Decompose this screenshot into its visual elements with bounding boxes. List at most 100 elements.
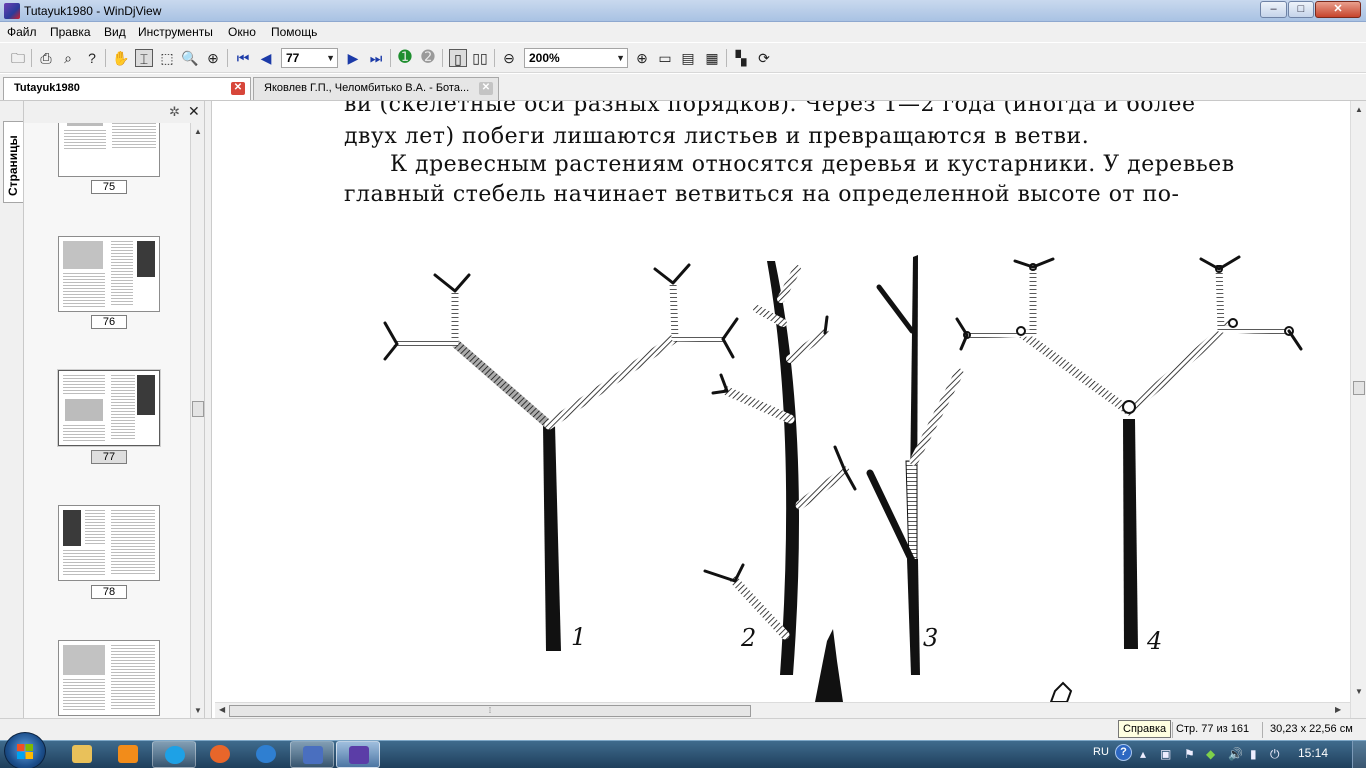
scroll-down-icon[interactable]: ▼ xyxy=(194,706,202,715)
thumbnail-text-block xyxy=(111,510,155,576)
help-tooltip: Справка xyxy=(1118,720,1172,738)
start-button[interactable] xyxy=(4,732,46,768)
power-icon[interactable]: ⏻ xyxy=(1270,747,1280,762)
scroll-up-icon[interactable]: ▲ xyxy=(194,127,202,136)
menu-view[interactable]: Вид xyxy=(104,25,126,39)
zoom-out-icon[interactable]: ⊖ xyxy=(500,49,518,67)
fit-page-icon[interactable]: ▭ xyxy=(656,49,674,67)
page-number-combo[interactable]: 77 ▼ xyxy=(281,48,338,68)
fit-width-icon[interactable]: ▤ xyxy=(679,49,697,67)
close-panel-icon[interactable]: ✕ xyxy=(188,103,200,120)
status-page-info: Стр. 77 из 161 xyxy=(1176,723,1250,735)
find-icon[interactable]: ⌕ xyxy=(59,49,77,67)
menu-help[interactable]: Помощь xyxy=(271,25,317,39)
page-thumbnail-77[interactable] xyxy=(58,370,160,446)
figure-label-1: 1 xyxy=(571,623,586,651)
facing-pages-layout-icon[interactable]: ▯▯ xyxy=(471,49,489,67)
toolbar-separator xyxy=(390,49,391,67)
firefox-icon xyxy=(210,745,230,763)
show-desktop-button[interactable] xyxy=(1352,741,1366,768)
tab-yakovlev-botany[interactable]: Яковлев Г.П., Челомбитько В.А. - Бота...… xyxy=(253,77,499,100)
menu-edit[interactable]: Правка xyxy=(50,25,91,39)
clock[interactable]: 15:14 xyxy=(1298,746,1328,760)
page-thumbnail-76[interactable] xyxy=(58,236,160,312)
print-icon[interactable]: ⎙ xyxy=(37,49,55,67)
internet-explorer-icon xyxy=(256,745,276,763)
close-icon[interactable]: ✕ xyxy=(231,82,245,95)
volume-icon[interactable]: 🔊 xyxy=(1228,747,1243,761)
chevron-down-icon[interactable]: ▼ xyxy=(616,49,625,67)
actual-size-icon[interactable]: ▦ xyxy=(703,49,721,67)
minimize-button[interactable]: – xyxy=(1260,1,1287,18)
status-page-size: 30,23 x 22,56 см xyxy=(1270,723,1353,735)
rect-select-icon[interactable]: ⬚ xyxy=(158,49,176,67)
scrollbar-thumb[interactable]: ⁞ xyxy=(229,705,751,717)
document-horizontal-scrollbar[interactable]: ◀ ⁞ ▶ xyxy=(215,702,1350,718)
tab-label: Tutayuk1980 xyxy=(14,82,80,94)
chevron-down-icon[interactable]: ▼ xyxy=(326,49,335,67)
next-page-icon[interactable]: ▶ xyxy=(344,49,362,67)
help-icon[interactable]: ? xyxy=(83,49,101,67)
taskbar-media-player[interactable] xyxy=(106,741,150,768)
go-back-icon[interactable]: ➊ xyxy=(396,49,414,67)
menu-bar: Файл Правка Вид Инструменты Окно Помощь xyxy=(0,22,1366,42)
scroll-left-icon[interactable]: ◀ xyxy=(219,705,225,714)
gear-icon[interactable]: ✲ xyxy=(169,104,180,120)
scrollbar-thumb[interactable] xyxy=(192,401,204,417)
chevron-up-icon[interactable]: ▴ xyxy=(1140,747,1146,761)
maximize-button[interactable]: □ xyxy=(1288,1,1314,18)
rotate-icon[interactable]: ⟳ xyxy=(755,49,773,67)
tray-app-icon[interactable]: ▣ xyxy=(1160,747,1171,761)
zoom-rect-icon[interactable]: ⊕ xyxy=(204,49,222,67)
page-thumbnail-78[interactable] xyxy=(58,505,160,581)
panel-splitter[interactable] xyxy=(204,101,212,718)
partial-plant-drawing xyxy=(1049,681,1073,702)
go-forward-icon[interactable]: ➋ xyxy=(419,49,437,67)
thumbnail-text-block xyxy=(63,273,105,307)
scroll-up-icon[interactable]: ▲ xyxy=(1355,105,1363,114)
hand-tool-icon[interactable]: ✋ xyxy=(112,49,130,67)
select-tool-icon[interactable]: ⌶ xyxy=(135,49,153,67)
page-thumbnail-79[interactable] xyxy=(58,640,160,716)
display-mode-icon[interactable]: ▚ xyxy=(732,49,750,67)
menu-window[interactable]: Окно xyxy=(228,25,256,39)
document-view[interactable]: ви (скелетные оси разных порядков). Чере… xyxy=(215,101,1350,702)
document-vertical-scrollbar[interactable]: ▲ ▼ xyxy=(1350,101,1366,718)
taskbar-firefox[interactable] xyxy=(198,741,242,768)
menu-tools[interactable]: Инструменты xyxy=(138,25,213,39)
action-center-icon[interactable]: ⚑ xyxy=(1184,747,1195,761)
close-icon[interactable]: ✕ xyxy=(479,82,493,95)
help-tray-icon[interactable]: ? xyxy=(1115,744,1132,761)
figure-label-3: 3 xyxy=(923,624,938,652)
scrollbar-thumb[interactable] xyxy=(1353,381,1365,395)
menu-file[interactable]: Файл xyxy=(7,25,37,39)
taskbar-ie[interactable] xyxy=(244,741,288,768)
last-page-icon[interactable]: ⏭ xyxy=(367,49,385,67)
thumbnails-scrollbar[interactable]: ▲ ▼ xyxy=(190,123,204,718)
thumbnail-image xyxy=(137,241,155,277)
previous-page-icon[interactable]: ◀ xyxy=(257,49,275,67)
taskbar-windjview[interactable] xyxy=(336,741,380,768)
zoom-in-icon[interactable]: ⊕ xyxy=(633,49,651,67)
close-window-button[interactable]: ✕ xyxy=(1315,1,1361,18)
tab-tutayuk1980[interactable]: Tutayuk1980 ✕ xyxy=(3,77,251,100)
page-thumbnail-75[interactable] xyxy=(58,123,160,177)
nvidia-icon[interactable]: ◆ xyxy=(1206,747,1215,761)
language-indicator[interactable]: RU xyxy=(1093,746,1109,758)
taskbar-explorer[interactable] xyxy=(60,741,104,768)
open-folder-icon[interactable]: 🗀 xyxy=(9,49,27,67)
thumbnail-text-block xyxy=(63,375,105,395)
network-icon[interactable]: ▮ xyxy=(1250,747,1257,761)
thumbnail-image xyxy=(63,241,103,269)
taskbar-skype[interactable] xyxy=(152,741,196,768)
toolbar-separator xyxy=(494,49,495,67)
thumbnail-text-block xyxy=(85,510,105,546)
scroll-down-icon[interactable]: ▼ xyxy=(1355,687,1363,696)
taskbar-word[interactable] xyxy=(290,741,334,768)
single-page-layout-icon[interactable]: ▯ xyxy=(449,49,467,67)
tab-pages[interactable]: Страницы xyxy=(3,121,23,203)
first-page-icon[interactable]: ⏮ xyxy=(234,49,252,67)
scroll-right-icon[interactable]: ▶ xyxy=(1335,705,1341,714)
zoom-icon[interactable]: 🔍 xyxy=(181,49,199,67)
zoom-combo[interactable]: 200% ▼ xyxy=(524,48,628,68)
